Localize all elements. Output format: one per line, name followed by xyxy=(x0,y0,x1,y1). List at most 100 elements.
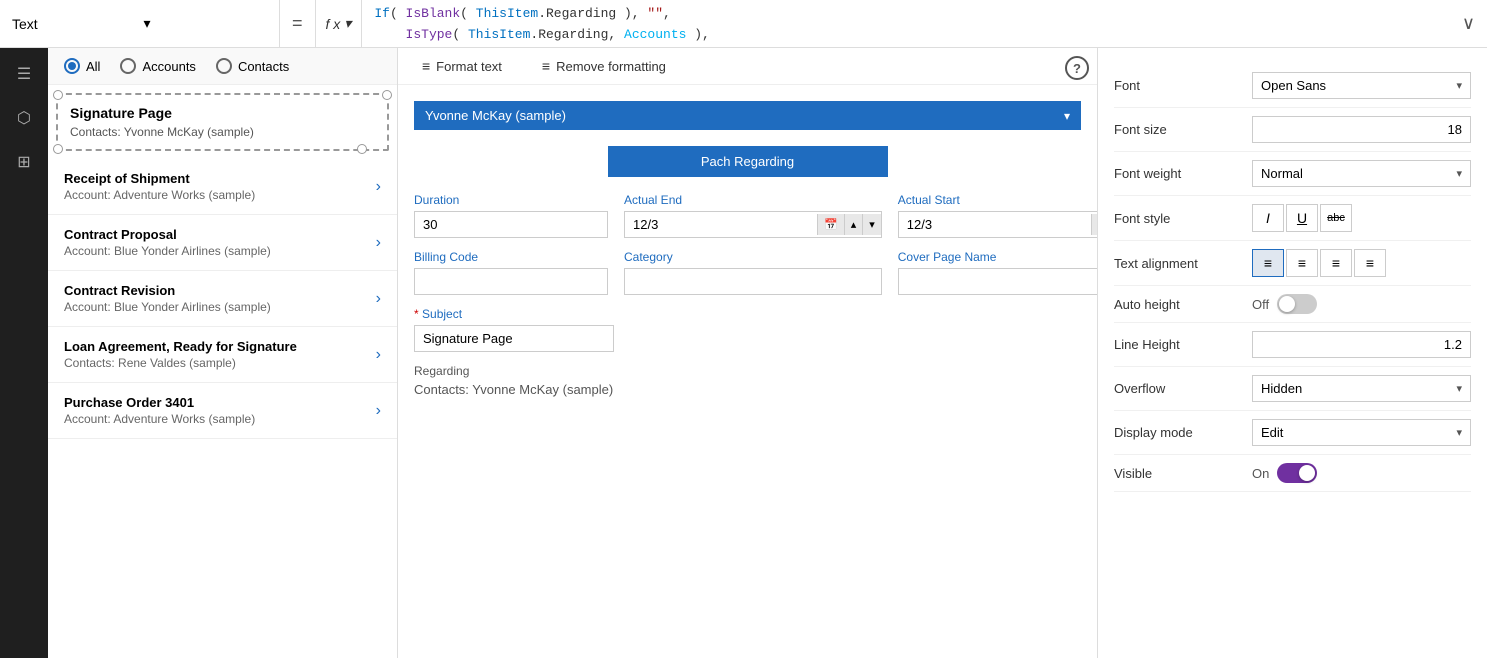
visible-toggle-group: On xyxy=(1252,463,1471,483)
auto-height-toggle[interactable] xyxy=(1277,294,1317,314)
font-prop-row: Font Open Sans xyxy=(1114,64,1471,108)
remove-formatting-label: Remove formatting xyxy=(556,59,666,74)
list-item-sub: Account: Adventure Works (sample) xyxy=(64,412,376,426)
auto-height-toggle-group: Off xyxy=(1252,294,1471,314)
cover-page-name-input[interactable] xyxy=(898,268,1097,295)
category-input[interactable] xyxy=(624,268,882,295)
filter-accounts-radio[interactable] xyxy=(120,58,136,74)
font-weight-select[interactable]: Normal xyxy=(1252,160,1471,187)
subject-section: Subject xyxy=(414,307,1081,352)
duration-input[interactable] xyxy=(414,211,608,238)
remove-formatting-button[interactable]: ≡ Remove formatting xyxy=(534,54,674,78)
filter-all[interactable]: All xyxy=(64,58,100,74)
actual-end-calendar-btn[interactable]: 📅 xyxy=(817,214,844,235)
patch-regarding-button[interactable]: Pach Regarding xyxy=(608,146,888,177)
font-select[interactable]: Open Sans xyxy=(1252,72,1471,99)
remove-formatting-icon: ≡ xyxy=(542,58,550,74)
formula-dropdown-label: Text xyxy=(12,16,136,32)
actual-end-field: Actual End 📅 ▴ ▾ xyxy=(624,193,882,238)
align-buttons-group: ≡ ≡ ≡ ≡ xyxy=(1252,249,1471,277)
line-height-input[interactable] xyxy=(1252,331,1471,358)
auto-height-toggle-label: Off xyxy=(1252,297,1269,312)
filter-contacts-radio[interactable] xyxy=(216,58,232,74)
signature-card[interactable]: Signature Page Contacts: Yvonne McKay (s… xyxy=(56,93,389,151)
text-alignment-buttons: ≡ ≡ ≡ ≡ xyxy=(1252,249,1471,277)
font-size-input[interactable] xyxy=(1252,116,1471,143)
font-size-value xyxy=(1252,116,1471,143)
text-property-dropdown[interactable]: Text xyxy=(0,0,280,47)
display-mode-select-display[interactable]: Edit xyxy=(1252,419,1471,446)
regarding-value: Contacts: Yvonne McKay (sample) xyxy=(414,382,1081,397)
align-justify-button[interactable]: ≡ xyxy=(1354,249,1386,277)
font-select-display[interactable]: Open Sans xyxy=(1252,72,1471,99)
filter-all-radio[interactable] xyxy=(64,58,80,74)
text-alignment-prop-row: Text alignment ≡ ≡ ≡ ≡ xyxy=(1114,241,1471,286)
format-text-button[interactable]: ≡ Format text xyxy=(414,54,510,78)
list-item[interactable]: Receipt of Shipment Account: Adventure W… xyxy=(48,159,397,215)
display-mode-select[interactable]: Edit xyxy=(1252,419,1471,446)
visible-toggle[interactable] xyxy=(1277,463,1317,483)
name-dropdown[interactable]: Yvonne McKay (sample) xyxy=(414,101,1081,130)
filter-contacts[interactable]: Contacts xyxy=(216,58,289,74)
filter-accounts[interactable]: Accounts xyxy=(120,58,195,74)
actual-end-time-btn[interactable]: ▴ xyxy=(844,214,863,235)
font-size-label: Font size xyxy=(1114,122,1244,137)
list-item[interactable]: Loan Agreement, Ready for Signature Cont… xyxy=(48,327,397,383)
actual-start-input-group: 📅 ▴ ▾ xyxy=(898,211,1097,238)
overflow-arrow xyxy=(1456,382,1462,395)
italic-button[interactable]: I xyxy=(1252,204,1284,232)
signature-card-sub: Contacts: Yvonne McKay (sample) xyxy=(70,125,375,139)
list-item[interactable]: Contract Proposal Account: Blue Yonder A… xyxy=(48,215,397,271)
actual-start-label: Actual Start xyxy=(898,193,1097,207)
formula-editor[interactable]: If( IsBlank( ThisItem.Regarding ), "", I… xyxy=(362,0,1449,47)
left-panel: All Accounts Contacts Signature Page Con… xyxy=(48,48,398,658)
strikethrough-button[interactable]: abc xyxy=(1320,204,1352,232)
visible-label: Visible xyxy=(1114,466,1244,481)
duration-field: Duration xyxy=(414,193,608,238)
align-right-button[interactable]: ≡ xyxy=(1320,249,1352,277)
actual-start-input[interactable] xyxy=(899,212,1091,237)
list-item-sub: Account: Blue Yonder Airlines (sample) xyxy=(64,300,376,314)
sidebar-layers-icon[interactable]: ⬡ xyxy=(6,100,42,136)
visible-toggle-knob xyxy=(1299,465,1315,481)
align-center-button[interactable]: ≡ xyxy=(1286,249,1318,277)
formula-expand-button[interactable]: ∨ xyxy=(1450,0,1487,47)
list-item[interactable]: Contract Revision Account: Blue Yonder A… xyxy=(48,271,397,327)
help-icon[interactable]: ? xyxy=(1065,56,1089,80)
formula-dropdown-chevron xyxy=(144,15,268,32)
visible-prop-row: Visible On xyxy=(1114,455,1471,492)
visible-toggle-label: On xyxy=(1252,466,1269,481)
auto-height-toggle-knob xyxy=(1279,296,1295,312)
cover-page-name-label: Cover Page Name xyxy=(898,250,1097,264)
sidebar-grid-icon[interactable]: ⊞ xyxy=(6,144,42,180)
font-weight-arrow xyxy=(1456,167,1462,180)
auto-height-prop-row: Auto height Off xyxy=(1114,286,1471,323)
list-item-title: Receipt of Shipment xyxy=(64,171,376,186)
billing-code-input[interactable] xyxy=(414,268,608,295)
text-alignment-label: Text alignment xyxy=(1114,256,1244,271)
filter-all-label: All xyxy=(86,59,100,74)
actual-start-calendar-btn[interactable]: 📅 xyxy=(1091,214,1097,235)
name-dropdown-value: Yvonne McKay (sample) xyxy=(425,108,1064,123)
list-item-sub: Contacts: Rene Valdes (sample) xyxy=(64,356,376,370)
font-weight-select-display[interactable]: Normal xyxy=(1252,160,1471,187)
center-panel: ? ≡ Format text ≡ Remove formatting Yvon… xyxy=(398,48,1097,658)
underline-button[interactable]: U xyxy=(1286,204,1318,232)
actual-end-clear-btn[interactable]: ▾ xyxy=(862,214,881,235)
actual-start-field: Actual Start 📅 ▴ ▾ xyxy=(898,193,1097,238)
font-size-prop-row: Font size xyxy=(1114,108,1471,152)
list-items: Receipt of Shipment Account: Adventure W… xyxy=(48,159,397,658)
sidebar-menu-icon[interactable]: ☰ xyxy=(6,56,42,92)
list-item-arrow xyxy=(376,234,381,252)
billing-code-field: Billing Code xyxy=(414,250,608,295)
overflow-select[interactable]: Hidden xyxy=(1252,375,1471,402)
overflow-select-display[interactable]: Hidden xyxy=(1252,375,1471,402)
list-item[interactable]: Purchase Order 3401 Account: Adventure W… xyxy=(48,383,397,439)
fx-button[interactable]: f x xyxy=(316,0,363,47)
list-item-sub: Account: Adventure Works (sample) xyxy=(64,188,376,202)
toolbar-row: ≡ Format text ≡ Remove formatting xyxy=(398,48,1097,85)
form-area: Yvonne McKay (sample) Pach Regarding Dur… xyxy=(398,85,1097,658)
actual-end-input[interactable] xyxy=(625,212,817,237)
align-left-button[interactable]: ≡ xyxy=(1252,249,1284,277)
subject-input[interactable] xyxy=(414,325,614,352)
